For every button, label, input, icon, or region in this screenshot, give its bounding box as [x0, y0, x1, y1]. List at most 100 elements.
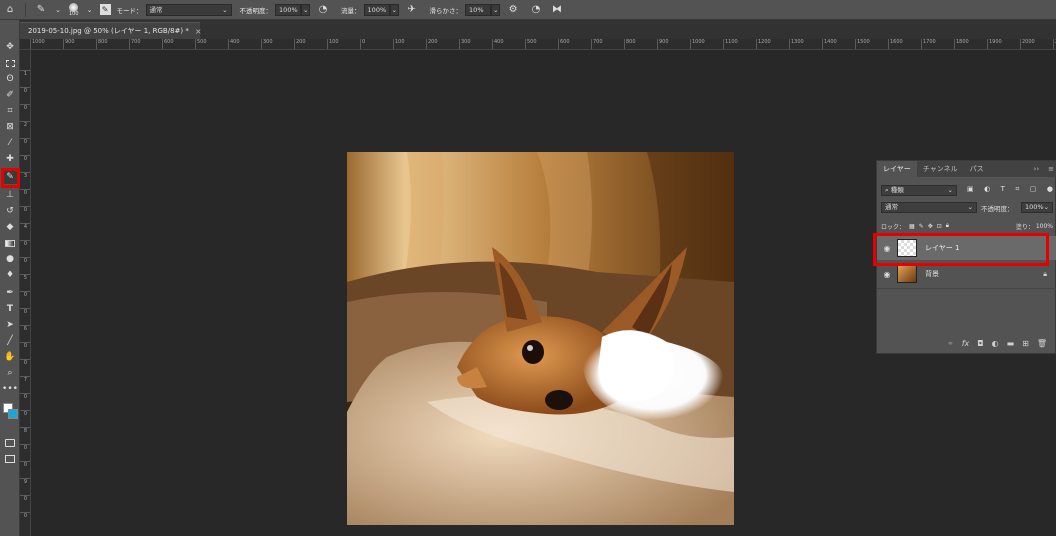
quick-selection-tool-icon[interactable]: ✐	[2, 88, 18, 102]
lock-artboard-icon[interactable]: ⊡	[937, 223, 942, 230]
collapse-icon[interactable]: ››	[1028, 161, 1046, 177]
tab-layers[interactable]: レイヤー	[877, 161, 917, 177]
layer-opacity-input[interactable]: 100% ⌄	[1021, 202, 1053, 213]
layer-filter-select[interactable]: ⌕ 種類 ⌄	[881, 185, 957, 196]
close-icon[interactable]: ×	[195, 27, 202, 36]
layer-filter-value: 種類	[890, 186, 904, 194]
smart-object-filter-icon[interactable]: ▢	[1030, 185, 1037, 196]
clone-stamp-tool-icon[interactable]: ⊥	[2, 188, 18, 202]
ruler-tick-label: 2000	[1020, 39, 1035, 49]
ruler-tick-label: 0	[20, 393, 30, 400]
document-canvas[interactable]	[347, 152, 734, 525]
pressure-size-icon[interactable]: ◔	[529, 3, 543, 17]
new-layer-icon[interactable]: ⊞	[1022, 339, 1029, 348]
airbrush-icon[interactable]: ✈	[405, 3, 419, 17]
tab-paths[interactable]: パス	[964, 161, 990, 177]
smoothing-input[interactable]: 10%	[465, 3, 492, 16]
tab-channels[interactable]: チャンネル	[917, 161, 964, 177]
home-icon[interactable]: ⌂	[3, 3, 17, 17]
frame-tool-icon[interactable]: ⊠	[2, 120, 18, 134]
chevron-down-icon[interactable]: ⌄	[54, 3, 62, 17]
layer-1-highlight	[873, 233, 1049, 266]
ruler-tick-label: 500	[195, 39, 207, 49]
eyedropper-tool-icon[interactable]: ⁄	[2, 136, 18, 150]
ruler-tick-label: 500	[525, 39, 537, 49]
blend-mode-select[interactable]: 通常 ⌄	[881, 202, 977, 213]
ruler-tick-label: 0	[20, 342, 30, 349]
mode-select[interactable]: 通常 ⌄	[145, 3, 232, 16]
ruler-tick-label: 200	[294, 39, 306, 49]
gear-icon[interactable]: ⚙	[506, 3, 520, 17]
lasso-tool-icon[interactable]: ʘ	[2, 72, 18, 86]
chevron-down-icon[interactable]: ⌄	[86, 3, 94, 17]
type-tool-icon[interactable]: T	[2, 302, 18, 316]
butterfly-icon[interactable]: ⧓	[550, 3, 564, 17]
type-filter-icon[interactable]: T	[1001, 185, 1005, 196]
document-tab-bar: 2019-05-10.jpg @ 50% (レイヤー 1, RGB/8#) * …	[0, 20, 1056, 39]
filter-toggle-icon[interactable]: ●	[1047, 185, 1053, 196]
new-group-icon[interactable]: ▬	[1007, 339, 1015, 348]
path-selection-tool-icon[interactable]: ➤	[2, 318, 18, 332]
panel-menu-icon[interactable]: ≡	[1045, 161, 1056, 177]
screen-mode-icon[interactable]	[2, 452, 18, 466]
tools-panel: ✥ ʘ ✐ ⌗ ⊠ ⁄ ✚ ✎ ⊥ ↺ ◆ ● ♦ ✒ T ➤ ╱ ✋ ⌕ ••…	[0, 20, 20, 536]
ruler-tick-label: 400	[492, 39, 504, 49]
line-tool-icon[interactable]: ╱	[2, 334, 18, 348]
healing-brush-tool-icon[interactable]: ✚	[2, 152, 18, 166]
ruler-tick-label: 1500	[855, 39, 870, 49]
smoothing-dropdown[interactable]: ⌄	[491, 3, 501, 16]
trash-icon[interactable]: 🗑︎	[1037, 339, 1047, 348]
brush-preset-icon[interactable]: ✎	[34, 3, 48, 17]
brush-size-picker[interactable]: 100	[69, 2, 79, 17]
brush-settings-panel-icon[interactable]: ✎	[99, 4, 111, 15]
blur-tool-icon[interactable]: ●	[2, 252, 18, 266]
pressure-opacity-icon[interactable]: ◔	[316, 3, 330, 17]
gradient-tool-icon[interactable]	[2, 236, 18, 250]
flow-dropdown[interactable]: ⌄	[389, 3, 399, 16]
visibility-eye-icon[interactable]: ◉	[877, 270, 897, 279]
ruler-tick-label: 0	[20, 410, 30, 417]
crop-tool-icon[interactable]: ⌗	[2, 104, 18, 118]
adjustment-layer-icon[interactable]: ◐	[992, 339, 999, 348]
lock-paint-icon[interactable]: ✎	[919, 223, 924, 230]
lock-position-icon[interactable]: ✥	[928, 223, 933, 230]
layer-opacity-label: 不透明度：	[981, 205, 1014, 213]
background-color-swatch[interactable]	[8, 409, 18, 419]
ruler-tick-label: 8	[20, 427, 30, 434]
ruler-tick-label: 200	[426, 39, 438, 49]
image-filter-icon[interactable]: ▣	[967, 185, 974, 196]
fx-icon[interactable]: fx	[962, 339, 970, 348]
layers-panel-tabs: レイヤー チャンネル パス ›› ≡	[877, 161, 1056, 177]
lock-all-icon[interactable]: 🔒︎	[946, 222, 949, 230]
smoothing-value: 10%	[469, 5, 484, 14]
fill-label: 塗り：	[1015, 223, 1034, 231]
opacity-dropdown[interactable]: ⌄	[301, 3, 311, 16]
dodge-tool-icon[interactable]: ♦	[2, 268, 18, 282]
ruler-tick-label: 3	[20, 172, 30, 179]
ruler-tick-label: 1300	[789, 39, 804, 49]
more-tools-icon[interactable]: •••	[2, 382, 18, 396]
hand-tool-icon[interactable]: ✋	[2, 350, 18, 364]
move-tool-icon[interactable]: ✥	[2, 40, 18, 54]
history-brush-tool-icon[interactable]: ↺	[2, 204, 18, 218]
marquee-tool-icon[interactable]	[2, 56, 18, 70]
zoom-tool-icon[interactable]: ⌕	[2, 366, 18, 380]
adjustment-filter-icon[interactable]: ◐	[984, 185, 990, 196]
quick-mask-icon[interactable]	[2, 436, 18, 450]
mode-label: モード：	[116, 6, 143, 15]
shape-filter-icon[interactable]: ⌗	[1015, 185, 1019, 196]
flow-input[interactable]: 100%	[363, 3, 390, 16]
ruler-tick-label: 1900	[987, 39, 1002, 49]
lock-pixels-icon[interactable]: ▦	[909, 223, 915, 230]
ruler-tick-label: 0	[20, 461, 30, 468]
add-mask-icon[interactable]: ◘	[977, 339, 983, 348]
pen-tool-icon[interactable]: ✒	[2, 286, 18, 300]
fill-value[interactable]: 100%	[1036, 223, 1053, 230]
link-layers-icon[interactable]: ⚭	[947, 339, 954, 348]
document-tab-title: 2019-05-10.jpg @ 50% (レイヤー 1, RGB/8#) *	[28, 27, 189, 35]
eraser-tool-icon[interactable]: ◆	[2, 220, 18, 234]
lock-icon[interactable]: 🔒︎	[1043, 270, 1047, 279]
opacity-input[interactable]: 100%	[275, 3, 302, 16]
ruler-tick-label: 900	[657, 39, 669, 49]
document-tab[interactable]: 2019-05-10.jpg @ 50% (レイヤー 1, RGB/8#) * …	[20, 22, 202, 39]
